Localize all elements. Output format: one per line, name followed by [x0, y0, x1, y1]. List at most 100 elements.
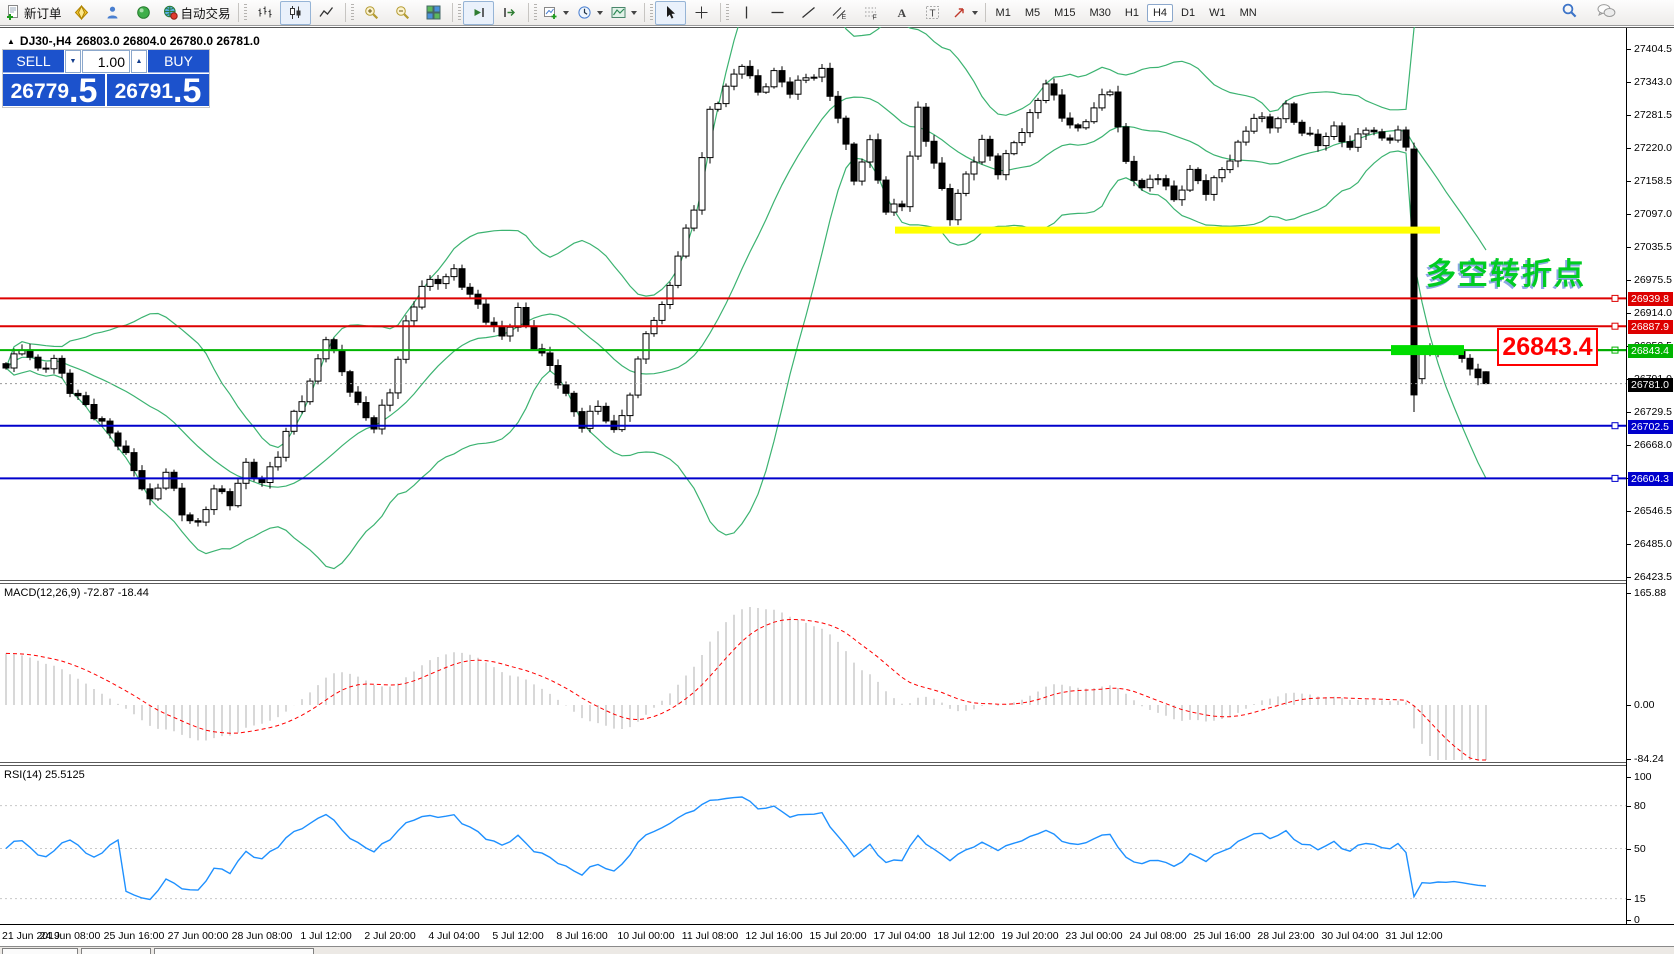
cursor-button[interactable] [655, 1, 686, 25]
candle-body [235, 483, 241, 505]
periods-dropdown-caret[interactable] [597, 11, 603, 15]
chat-icon[interactable] [1596, 3, 1616, 24]
chart-shift-button[interactable] [494, 1, 525, 25]
rsi-label: RSI(14) 25.5125 [4, 769, 85, 781]
candle-body [283, 431, 289, 457]
periods-icon [577, 5, 592, 20]
zoom-out-button[interactable] [387, 1, 418, 25]
candle-body [371, 418, 377, 429]
timeframe-mn-button[interactable]: MN [1234, 4, 1263, 22]
new-chart-button[interactable] [539, 1, 573, 25]
metaeditor-button[interactable] [66, 1, 97, 25]
time-axis[interactable]: 21 Jun 201924 Jun 08:0025 Jun 16:0027 Ju… [0, 924, 1674, 946]
candle-body [1283, 104, 1289, 119]
auto-trading-button[interactable]: 自动交易 [159, 1, 235, 25]
level-price-badge: 26702.5 [1628, 420, 1673, 434]
chart-bars-button[interactable] [249, 1, 280, 25]
candle-body [1259, 117, 1265, 119]
zoom-in-button[interactable] [356, 1, 387, 25]
indicators-dropdown-caret[interactable] [631, 11, 637, 15]
indicators-icon [611, 5, 626, 20]
timeframe-d1-button[interactable]: D1 [1175, 4, 1201, 22]
arrows-button[interactable] [948, 1, 982, 25]
equidistant-channel-button[interactable]: E [824, 1, 855, 25]
candle-body [955, 193, 961, 219]
candle-body [179, 488, 185, 515]
indicators-button[interactable] [607, 1, 641, 25]
crosshair-button[interactable] [686, 1, 717, 25]
candle-body [1019, 133, 1025, 143]
level-price-badge: 26604.3 [1628, 472, 1673, 486]
current-price-badge: 26781.0 [1628, 378, 1673, 392]
timeframe-h4-button[interactable]: H4 [1147, 4, 1173, 22]
chart-line-button[interactable] [311, 1, 342, 25]
vertical-line-button[interactable] [731, 1, 762, 25]
candle-body [507, 327, 513, 336]
time-axis-label: 15 Jul 20:00 [809, 930, 866, 942]
price-axis[interactable]: 27404.527343.027281.527220.027158.527097… [1626, 28, 1674, 924]
level-anchor[interactable] [1612, 323, 1618, 329]
toolbar-grip[interactable] [650, 4, 653, 22]
price-chart[interactable] [0, 27, 1626, 580]
candle-body [115, 433, 121, 446]
candle-body [1363, 130, 1369, 134]
candle-body [427, 279, 433, 286]
buy-price[interactable]: 26791 .5 [107, 74, 209, 106]
toolbar-grip[interactable] [534, 4, 537, 22]
fibonacci-retracement-button[interactable]: F [855, 1, 886, 25]
tile-windows-button[interactable] [418, 1, 449, 25]
price-axis-tick: 26975.5 [1627, 274, 1672, 286]
timeframe-toolbar: M1M5M15M30H1H4D1W1MN [989, 4, 1264, 22]
toolbar-grip[interactable] [351, 4, 354, 22]
buy-button[interactable]: BUY [148, 50, 209, 73]
volume-input[interactable] [82, 50, 130, 73]
horizontal-line-button[interactable] [762, 1, 793, 25]
level-anchor[interactable] [1612, 475, 1618, 481]
search-icon[interactable] [1561, 2, 1578, 24]
toolbar-group [655, 1, 717, 25]
time-axis-label: 10 Jul 00:00 [617, 930, 674, 942]
level-anchor[interactable] [1612, 295, 1618, 301]
macd-indicator-pane[interactable] [0, 584, 1626, 762]
level-anchor[interactable] [1612, 423, 1618, 429]
new-order-button[interactable]: 新订单 [2, 1, 66, 25]
trend-line-button[interactable] [793, 1, 824, 25]
sell-button[interactable]: SELL [3, 50, 64, 73]
periods-button[interactable] [573, 1, 607, 25]
window-tab[interactable] [154, 948, 314, 954]
candle-body [195, 521, 201, 522]
candle-body [715, 104, 721, 110]
timeframe-m1-button[interactable]: M1 [990, 4, 1017, 22]
text-label-button[interactable]: T [917, 1, 948, 25]
rsi-indicator-pane[interactable] [0, 766, 1626, 924]
text-button[interactable]: A [886, 1, 917, 25]
volume-increase-button[interactable]: ▲ [131, 50, 147, 73]
new-chart-dropdown-caret[interactable] [563, 11, 569, 15]
candle-body [859, 162, 865, 181]
candle-body [243, 462, 249, 483]
chart-candlesticks-button[interactable] [280, 1, 311, 25]
toolbar-grip[interactable] [726, 4, 729, 22]
timeframe-m30-button[interactable]: M30 [1084, 4, 1117, 22]
toolbar-grip[interactable] [458, 4, 461, 22]
mql5-community-button[interactable] [97, 1, 128, 25]
collapse-panel-icon[interactable]: ▲ [7, 37, 15, 46]
signals-button[interactable] [128, 1, 159, 25]
sell-price[interactable]: 26779 .5 [3, 74, 105, 106]
timeframe-m15-button[interactable]: M15 [1048, 4, 1081, 22]
window-tab[interactable] [2, 948, 78, 954]
volume-decrease-button[interactable]: ▼ [65, 50, 81, 73]
auto-scroll-button[interactable] [463, 1, 494, 25]
candle-body [1403, 130, 1409, 147]
candle-body [1387, 138, 1393, 140]
window-tab[interactable] [81, 948, 151, 954]
toolbar-grip[interactable] [244, 4, 247, 22]
arrows-dropdown-caret[interactable] [972, 11, 978, 15]
yellow-support-line[interactable] [895, 227, 1440, 234]
timeframe-h1-button[interactable]: H1 [1119, 4, 1145, 22]
timeframe-m5-button[interactable]: M5 [1019, 4, 1046, 22]
green-highlight-box[interactable] [1391, 345, 1464, 355]
vertical-line-icon [739, 5, 754, 20]
candle-body [915, 107, 921, 156]
timeframe-w1-button[interactable]: W1 [1203, 4, 1232, 22]
